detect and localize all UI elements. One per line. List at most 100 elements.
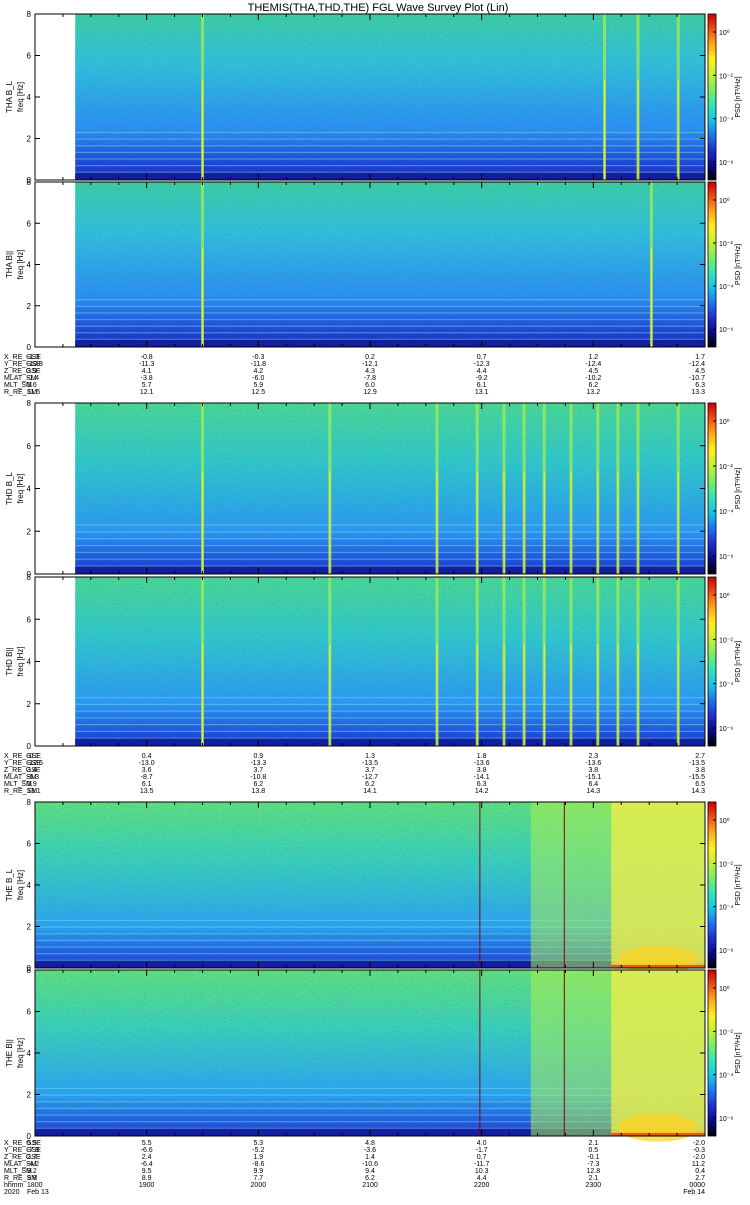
ephemeris-value: 6.1: [142, 781, 152, 788]
ephemeris-value: 1800: [27, 1182, 43, 1189]
harmonic-band: [75, 558, 705, 560]
ephemeris-value: 0.2: [365, 354, 375, 361]
spectrogram-speckle: [75, 14, 705, 180]
colorbar-tick-label: 10⁰: [719, 592, 730, 600]
ephemeris-value: 11.2: [692, 1161, 705, 1168]
wave-burst-core: [202, 471, 204, 574]
ephemeris-value: 12.5: [252, 389, 266, 396]
wave-burst-core: [617, 471, 619, 574]
ephemeris-value: -10.8: [250, 774, 266, 781]
colorbar: [707, 181, 717, 348]
colorbar-label: PSD [nT²/Hz]: [735, 1032, 742, 1073]
colorbar-label: PSD [nT²/Hz]: [735, 468, 742, 509]
ephemeris-value: 14.1: [363, 788, 377, 795]
ephemeris-value: 7.7: [253, 1175, 263, 1182]
wave-burst-core: [523, 471, 525, 574]
ephemeris-row-label: 2020: [4, 1189, 20, 1196]
ephemeris-value: -7.8: [27, 1147, 39, 1154]
ephemeris-value: 13.1: [27, 788, 41, 795]
ephemeris-value: -10.2: [585, 375, 601, 382]
y-tick-label: 6: [27, 840, 32, 849]
colorbar: [707, 576, 717, 747]
ephemeris-value: 6.2: [253, 781, 263, 788]
freq-axis-label: freq [Hz]: [16, 646, 25, 676]
ephemeris-value: 14.3: [587, 788, 601, 795]
ephemeris-value: 1.3: [365, 753, 375, 760]
ephemeris-value: -1.4: [27, 375, 39, 382]
harmonic-band: [75, 325, 705, 327]
ephemeris-value: -2.0: [693, 1154, 705, 1161]
ephemeris-value: 3.8: [695, 767, 705, 774]
spectrogram-speckle: [75, 182, 705, 347]
ephemeris-value: 0.9: [253, 753, 263, 760]
y-tick-label: 4: [27, 881, 32, 890]
freq-axis-label: freq [Hz]: [16, 249, 25, 279]
harmonic-band: [75, 131, 705, 134]
colorbar-tick-label: 10⁻⁶: [719, 554, 733, 561]
y-tick-label: 6: [27, 52, 32, 61]
ephemeris-value: -12.7: [362, 774, 378, 781]
ephemeris-block: X_RE_GSE-1.3 -0.8 -0.3 0.2 0.7 1.2 1.7Y_RE_GSE…: [4, 354, 705, 396]
harmonic-band: [75, 737, 705, 739]
wave-burst-core: [476, 471, 478, 574]
ephemeris-value: -3.8: [141, 375, 153, 382]
wave-burst-core: [637, 471, 639, 574]
harmonic-band: [75, 171, 705, 173]
spectrogram-panel: 0 2 4 6 8 THD B|| freq [Hz] 10⁰ 10⁻² 10⁻⁴ 10⁻⁶ PSD …: [5, 573, 742, 751]
ephemeris-value: -13.5: [689, 760, 705, 767]
colorbar: [707, 13, 717, 181]
ephemeris-value: 10.3: [475, 1168, 489, 1175]
colorbar-tick-label: 10⁰: [719, 197, 730, 205]
colorbar-tick-label: 10⁻²: [719, 464, 733, 471]
ephemeris-value: 1.2: [588, 354, 598, 361]
ephemeris-value: 2200: [474, 1182, 490, 1189]
wave-burst-core: [677, 471, 679, 574]
ephemeris-value: Feb 14: [683, 1189, 705, 1196]
colorbar-tick-label: 10⁰: [719, 418, 730, 426]
colorbar-tick-label: 10⁻⁶: [719, 327, 733, 334]
ephemeris-value: 5.5: [142, 1140, 152, 1147]
ephemeris-value: 13.8: [252, 788, 266, 795]
y-tick-label: 8: [27, 798, 32, 807]
ephemeris-value: 4.1: [142, 368, 152, 375]
ephemeris-value: 9.4: [365, 1168, 375, 1175]
ephemeris-value: 4.8: [365, 1140, 375, 1147]
y-tick-label: 6: [27, 442, 32, 451]
ephemeris-value: -13.5: [362, 760, 378, 767]
wave-burst-core: [436, 644, 438, 746]
colorbar-label: PSD [nT²/Hz]: [735, 244, 742, 285]
colorbar-tick-label: 10⁻²: [719, 73, 733, 80]
ephemeris-value: 4.5: [695, 368, 705, 375]
ephemeris-value: 3.9: [27, 368, 37, 375]
colorbar-tick-label: 10⁻⁶: [719, 160, 733, 167]
ephemeris-value: 1.8: [477, 753, 487, 760]
y-tick-label: 4: [27, 1049, 32, 1058]
y-tick-label: 2: [27, 302, 32, 311]
ephemeris-value: 4.5: [588, 368, 598, 375]
ephemeris-value: 0.5: [588, 1147, 598, 1154]
ephemeris-value: 3.7: [253, 767, 263, 774]
colorbar-tick-label: 10⁻⁶: [719, 948, 733, 955]
y-tick-label: 8: [27, 10, 32, 19]
freq-axis-label: freq [Hz]: [16, 82, 25, 112]
ephemeris-value: -13.6: [474, 760, 490, 767]
ephemeris-value: -4.2: [27, 1161, 39, 1168]
wave-burst-core: [650, 248, 653, 347]
panel-ylabel: THD B_L: [5, 472, 14, 505]
ephemeris-value: 0.7: [477, 1154, 487, 1161]
wave-burst-core: [604, 80, 606, 180]
ephemeris-row-label: hhmm: [4, 1182, 24, 1189]
y-tick-label: 2: [27, 135, 32, 144]
harmonic-band: [75, 145, 705, 147]
ephemeris-value: 5.9: [253, 382, 263, 389]
wave-burst-core: [523, 644, 525, 746]
ephemeris-value: -7.3: [587, 1161, 599, 1168]
ephemeris-value: -13.6: [585, 760, 601, 767]
ephemeris-value: 5.3: [253, 1140, 263, 1147]
ephemeris-value: -12.1: [362, 361, 378, 368]
freq-axis-label: freq [Hz]: [16, 473, 25, 503]
freq-axis-label: freq [Hz]: [16, 870, 25, 900]
ephemeris-value: -6.0: [252, 375, 264, 382]
colorbar-tick-label: 10⁻²: [719, 861, 733, 868]
ephemeris-value: 4.0: [477, 1140, 487, 1147]
